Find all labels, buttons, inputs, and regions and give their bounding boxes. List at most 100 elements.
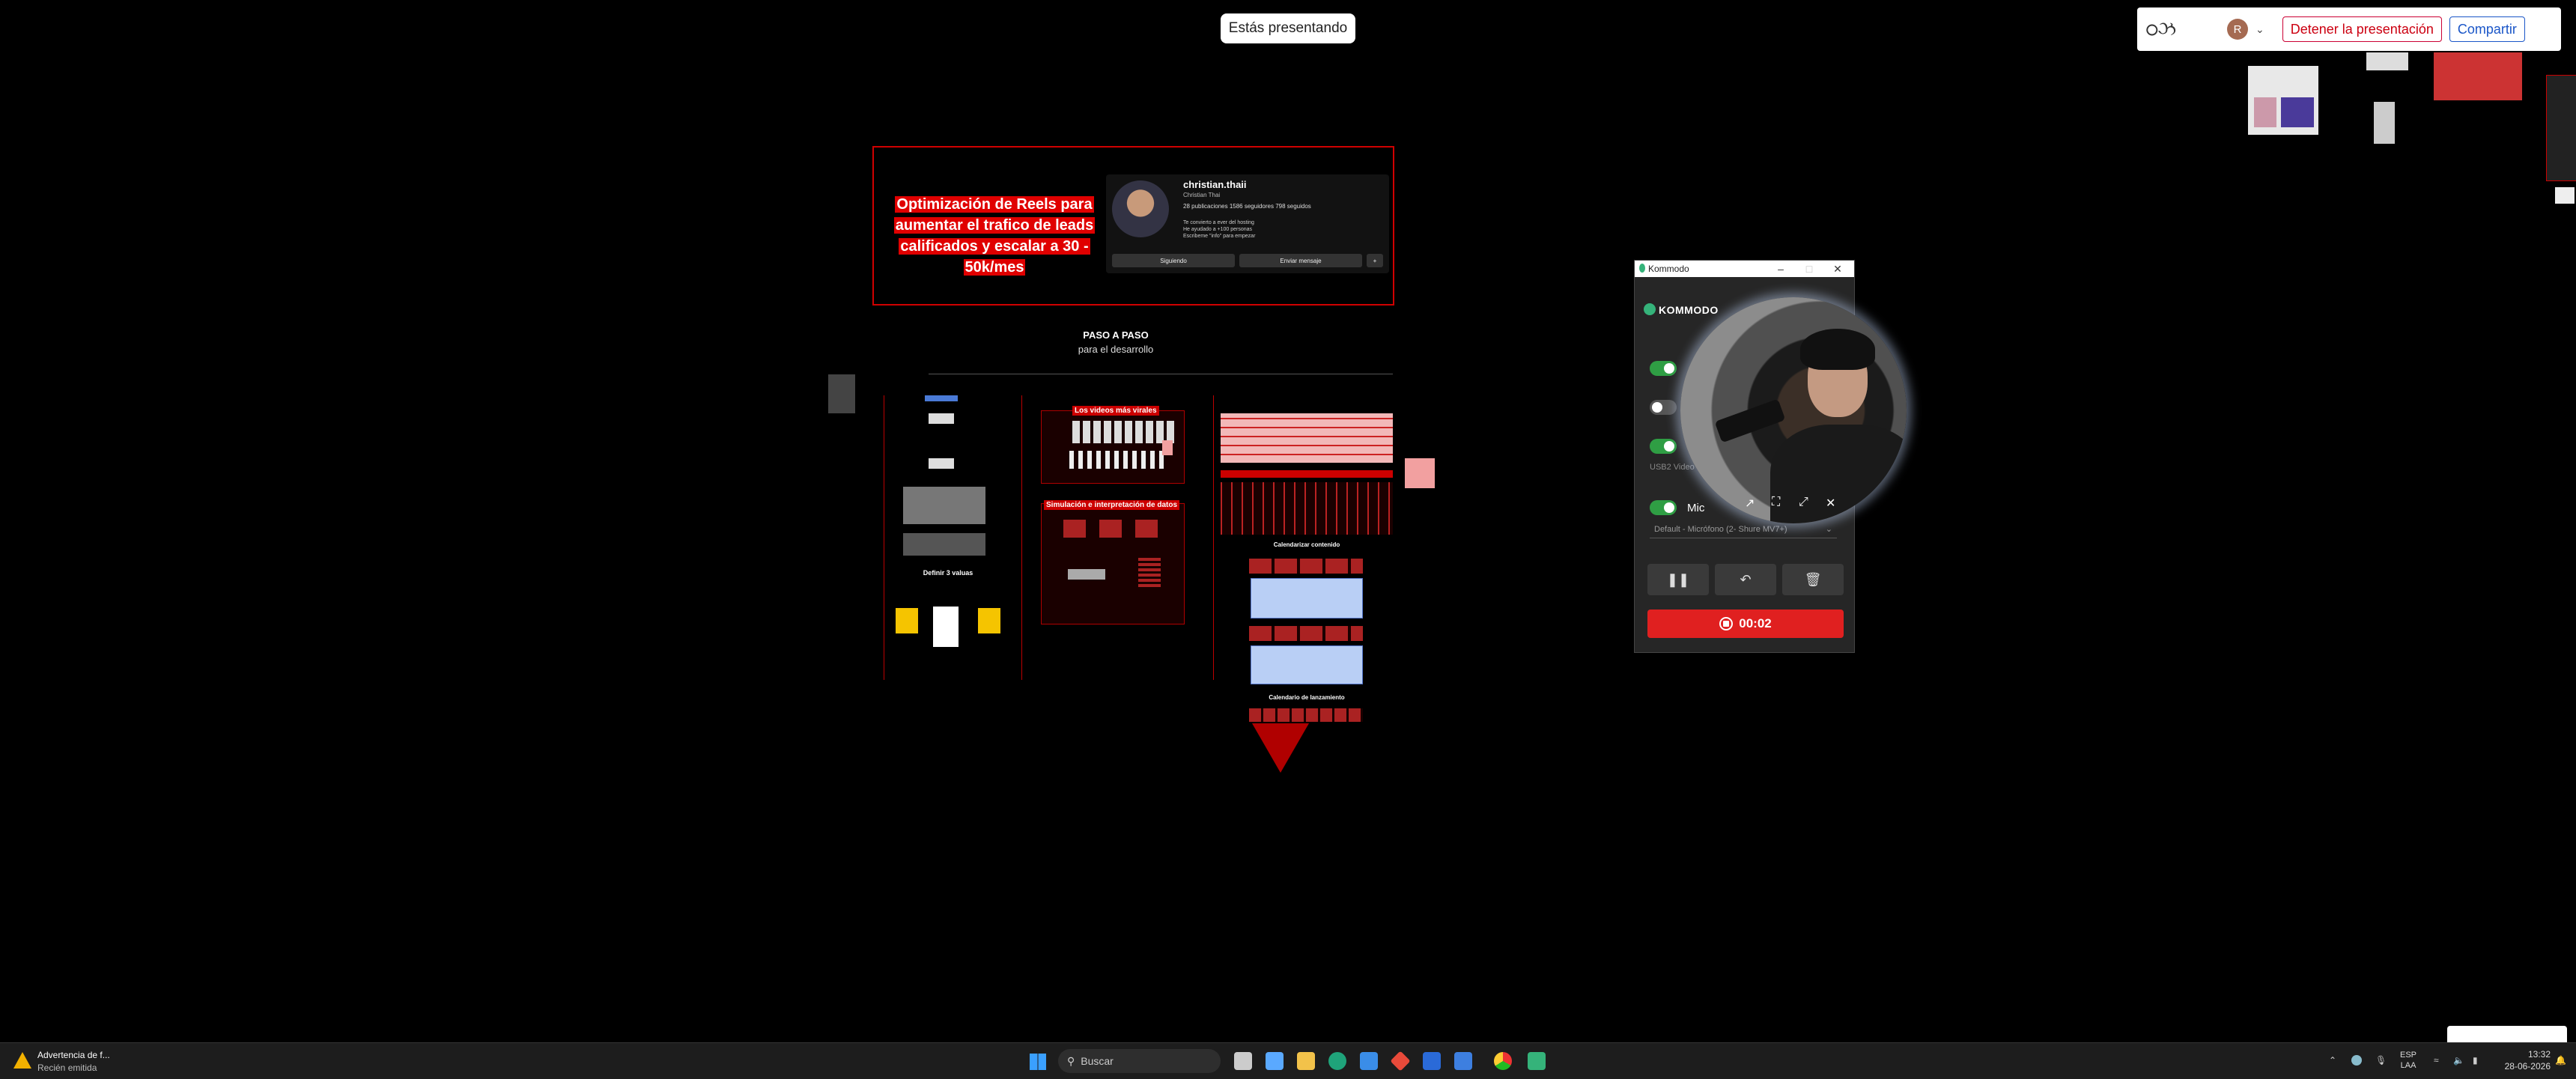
task-view-icon[interactable]	[1234, 1052, 1252, 1070]
thumbnail	[2254, 97, 2276, 127]
open-external-icon[interactable]: ↗	[1745, 496, 1755, 511]
diagram-image-grid	[903, 487, 985, 524]
warning-icon[interactable]	[13, 1052, 31, 1069]
diagram-note	[1405, 458, 1435, 488]
minimize-icon[interactable]: –	[1766, 261, 1796, 277]
stop-icon	[1719, 617, 1734, 630]
webcam-bubble[interactable]: ↗ ⛶ ⤢ ✕	[1680, 297, 1907, 523]
windows-start-icon[interactable]	[1030, 1054, 1046, 1070]
mic-toggle[interactable]	[1650, 500, 1677, 515]
thumbnail	[2281, 97, 2314, 127]
close-icon[interactable]: ✕	[1823, 261, 1853, 277]
define-values-label: Definir 3 valuas	[923, 569, 973, 577]
share-button[interactable]: Compartir	[2449, 16, 2525, 42]
simulation-chart	[1138, 557, 1161, 587]
volume-icon[interactable]: 🔈	[2453, 1055, 2464, 1066]
language-indicator[interactable]: ESP LAA	[2400, 1050, 2416, 1071]
cloud-icon[interactable]	[2351, 1055, 2362, 1066]
presenting-banner: Estás presentando	[1221, 13, 1355, 43]
kommo-logo-icon	[1644, 303, 1656, 315]
microphone-arm	[1714, 398, 1786, 443]
notifications-icon[interactable]: 🔔	[2555, 1055, 2566, 1066]
viral-video-grid	[1072, 421, 1177, 443]
column-divider	[1213, 395, 1214, 680]
camera-toggle[interactable]	[1650, 400, 1677, 415]
kommo-window-title: Kommodo	[1648, 264, 1689, 274]
avatar[interactable]: R	[2227, 19, 2248, 40]
app-icon[interactable]	[1390, 1051, 1411, 1072]
lang-layout: LAA	[2400, 1061, 2416, 1070]
bio-line: Escribeme "info" para empezar	[1183, 234, 1256, 239]
kommo-taskbar-icon[interactable]	[1528, 1052, 1546, 1070]
bio-line: Te convierto a ever del hosting	[1183, 220, 1254, 225]
metrics-header	[1221, 470, 1393, 478]
file-explorer-icon[interactable]	[1297, 1052, 1315, 1070]
mic-tray-icon[interactable]: 🎙	[2375, 1055, 2387, 1066]
kommo-titlebar[interactable]: Kommodo – □ ✕	[1635, 261, 1854, 277]
corner-widget[interactable]	[2447, 1026, 2567, 1042]
headline-text: Optimización de Reels para aumentar el t…	[893, 196, 1096, 276]
diagram-note	[1162, 440, 1173, 455]
notification-subtitle: Recién emitida	[37, 1063, 97, 1073]
diagram-card	[896, 608, 918, 633]
fit-screen-icon[interactable]: ⛶	[1772, 496, 1780, 509]
simulation-chart	[1063, 520, 1168, 538]
thumbnail	[2546, 75, 2576, 181]
edge-icon[interactable]	[1328, 1052, 1346, 1070]
thumbnail	[2366, 52, 2408, 70]
help-icon[interactable]	[1423, 1052, 1441, 1070]
mic-device-value: Default - Micrófono (2- Shure MV7+)	[1654, 524, 1787, 534]
lang-code: ESP	[2400, 1051, 2417, 1060]
store-icon[interactable]	[1360, 1052, 1378, 1070]
undo-button[interactable]: ↶	[1715, 564, 1776, 595]
diagram-card	[933, 607, 959, 647]
message-button: Enviar mensaje	[1239, 254, 1362, 267]
clock-date: 28-06-2026	[2504, 1061, 2551, 1072]
notification-title[interactable]: Advertencia de f...	[37, 1050, 110, 1060]
maximize-icon[interactable]: □	[1794, 261, 1824, 277]
wifi-icon[interactable]: ≈	[2434, 1055, 2444, 1066]
diagram-node	[929, 458, 954, 469]
viral-videos-label: Los videos más virales	[1072, 406, 1159, 416]
stop-recording-button[interactable]: 00:02	[1647, 610, 1844, 638]
camera-source-toggle[interactable]	[1650, 439, 1677, 454]
delete-button[interactable]: 🗑	[1782, 564, 1844, 595]
calendar-launch-label: Calendario de lanzamiento	[1269, 694, 1345, 701]
chrome-icon[interactable]	[1494, 1052, 1512, 1070]
recording-timer: 00:02	[1739, 616, 1772, 630]
expand-icon[interactable]: ⤢	[1799, 496, 1808, 509]
metrics-table	[1221, 413, 1393, 463]
battery-icon[interactable]: ▮	[2473, 1055, 2483, 1066]
pause-button[interactable]: ❚❚	[1647, 564, 1709, 595]
stop-presentation-button[interactable]: Detener la presentación	[2282, 16, 2442, 42]
app-logo-icon[interactable]: ഠઝ	[2145, 18, 2197, 41]
taskbar: Advertencia de f... Recién emitida ⚲ Bus…	[0, 1042, 2576, 1079]
thumbnail	[2434, 52, 2522, 100]
mail-icon[interactable]	[1454, 1052, 1472, 1070]
step-title: PASO A PASO	[1083, 329, 1149, 341]
calendar-row	[1249, 559, 1363, 574]
clock[interactable]: 13:32 28-06-2026	[2494, 1048, 2551, 1072]
calendar-row	[1249, 626, 1363, 641]
calendar-grid	[1251, 578, 1363, 618]
screen-toggle[interactable]	[1650, 361, 1677, 376]
copilot-icon[interactable]	[1266, 1052, 1284, 1070]
chevron-up-icon[interactable]: ⌃	[2329, 1055, 2339, 1066]
camera-source-label: USB2 Video	[1650, 463, 1695, 472]
chevron-down-icon: ⌄	[1825, 525, 1832, 534]
simulation-label: Simulación e interpretación de datos	[1044, 500, 1180, 510]
funnel-shape	[1252, 723, 1309, 773]
diagram-thumbnail	[828, 374, 855, 413]
instagram-profile-card: christian.thaii Christian Thai 28 public…	[1106, 174, 1389, 273]
diagram-card	[978, 608, 1000, 633]
following-button: Siguiendo	[1112, 254, 1235, 267]
close-icon[interactable]: ✕	[1826, 496, 1835, 511]
viral-video-grid	[1069, 451, 1167, 469]
clock-time: 13:32	[2527, 1049, 2551, 1060]
chevron-down-icon[interactable]: ⌄	[2255, 23, 2264, 36]
presentation-toolbar: ഠઝ R ⌄ Detener la presentación Compartir	[2137, 7, 2561, 51]
diagram-image-grid	[903, 533, 985, 556]
headline-frame: Optimización de Reels para aumentar el t…	[872, 146, 1394, 306]
taskbar-search[interactable]: ⚲ Buscar	[1058, 1049, 1221, 1073]
column-divider	[1021, 395, 1022, 680]
